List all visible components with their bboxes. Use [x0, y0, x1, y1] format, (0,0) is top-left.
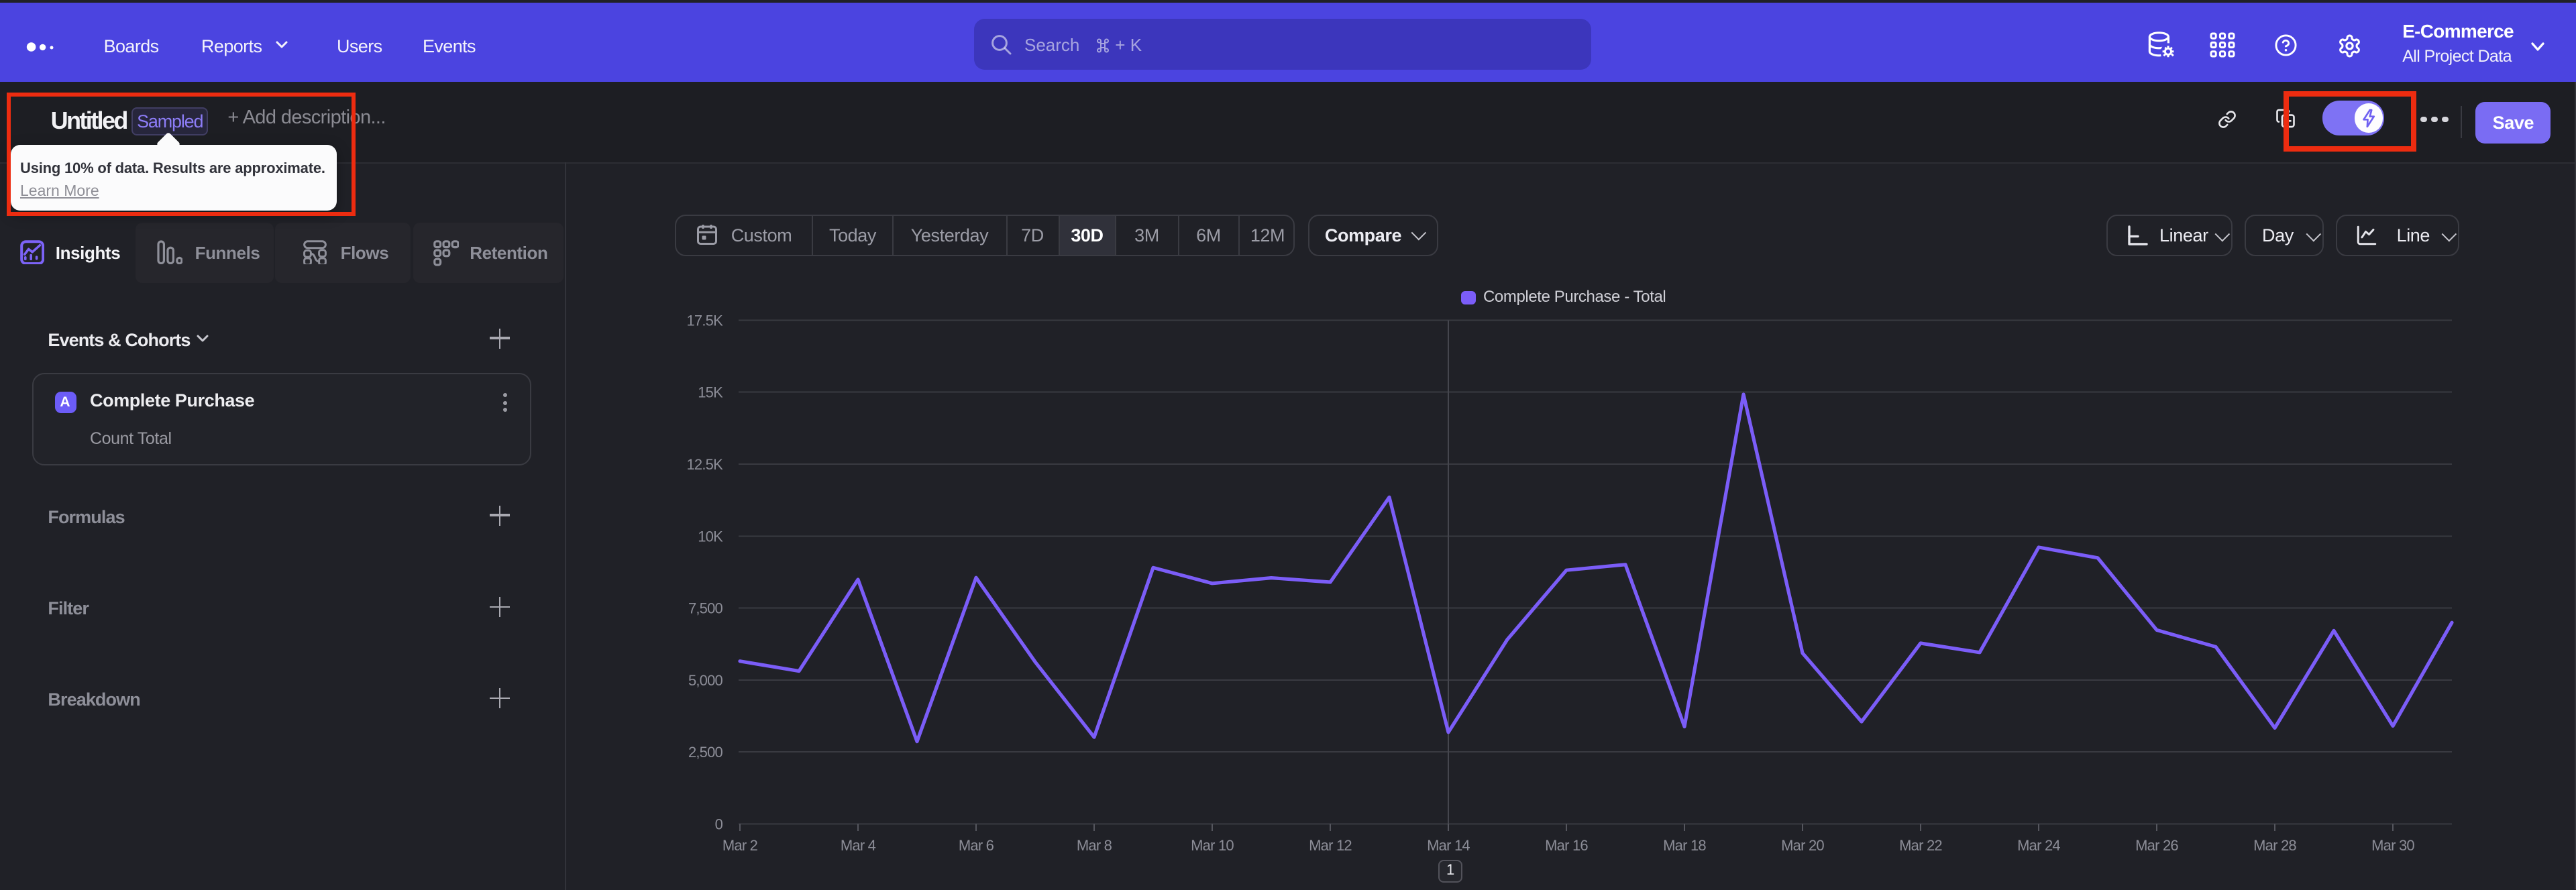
svg-text:Mar 14: Mar 14: [1427, 837, 1470, 854]
svg-text:Mar 30: Mar 30: [2371, 837, 2414, 854]
svg-text:Mar 22: Mar 22: [1899, 837, 1942, 854]
svg-text:Mar 18: Mar 18: [1663, 837, 1706, 854]
svg-text:10K: 10K: [698, 528, 723, 545]
svg-text:Mar 6: Mar 6: [959, 837, 994, 854]
svg-text:5,000: 5,000: [688, 672, 723, 689]
svg-text:15K: 15K: [698, 384, 723, 401]
svg-text:Mar 16: Mar 16: [1545, 837, 1588, 854]
svg-text:Mar 12: Mar 12: [1309, 837, 1352, 854]
svg-text:Mar 10: Mar 10: [1191, 837, 1234, 854]
svg-text:2,500: 2,500: [688, 744, 723, 761]
svg-text:Mar 26: Mar 26: [2135, 837, 2178, 854]
svg-text:Mar 8: Mar 8: [1077, 837, 1112, 854]
svg-text:7,500: 7,500: [688, 600, 723, 617]
svg-text:Mar 24: Mar 24: [2017, 837, 2060, 854]
svg-text:12.5K: 12.5K: [687, 456, 724, 473]
svg-text:17.5K: 17.5K: [687, 312, 724, 329]
svg-text:0: 0: [715, 816, 723, 833]
svg-text:Mar 2: Mar 2: [722, 837, 758, 854]
svg-text:Mar 4: Mar 4: [841, 837, 876, 854]
svg-text:Mar 28: Mar 28: [2253, 837, 2296, 854]
svg-text:Mar 20: Mar 20: [1781, 837, 1824, 854]
